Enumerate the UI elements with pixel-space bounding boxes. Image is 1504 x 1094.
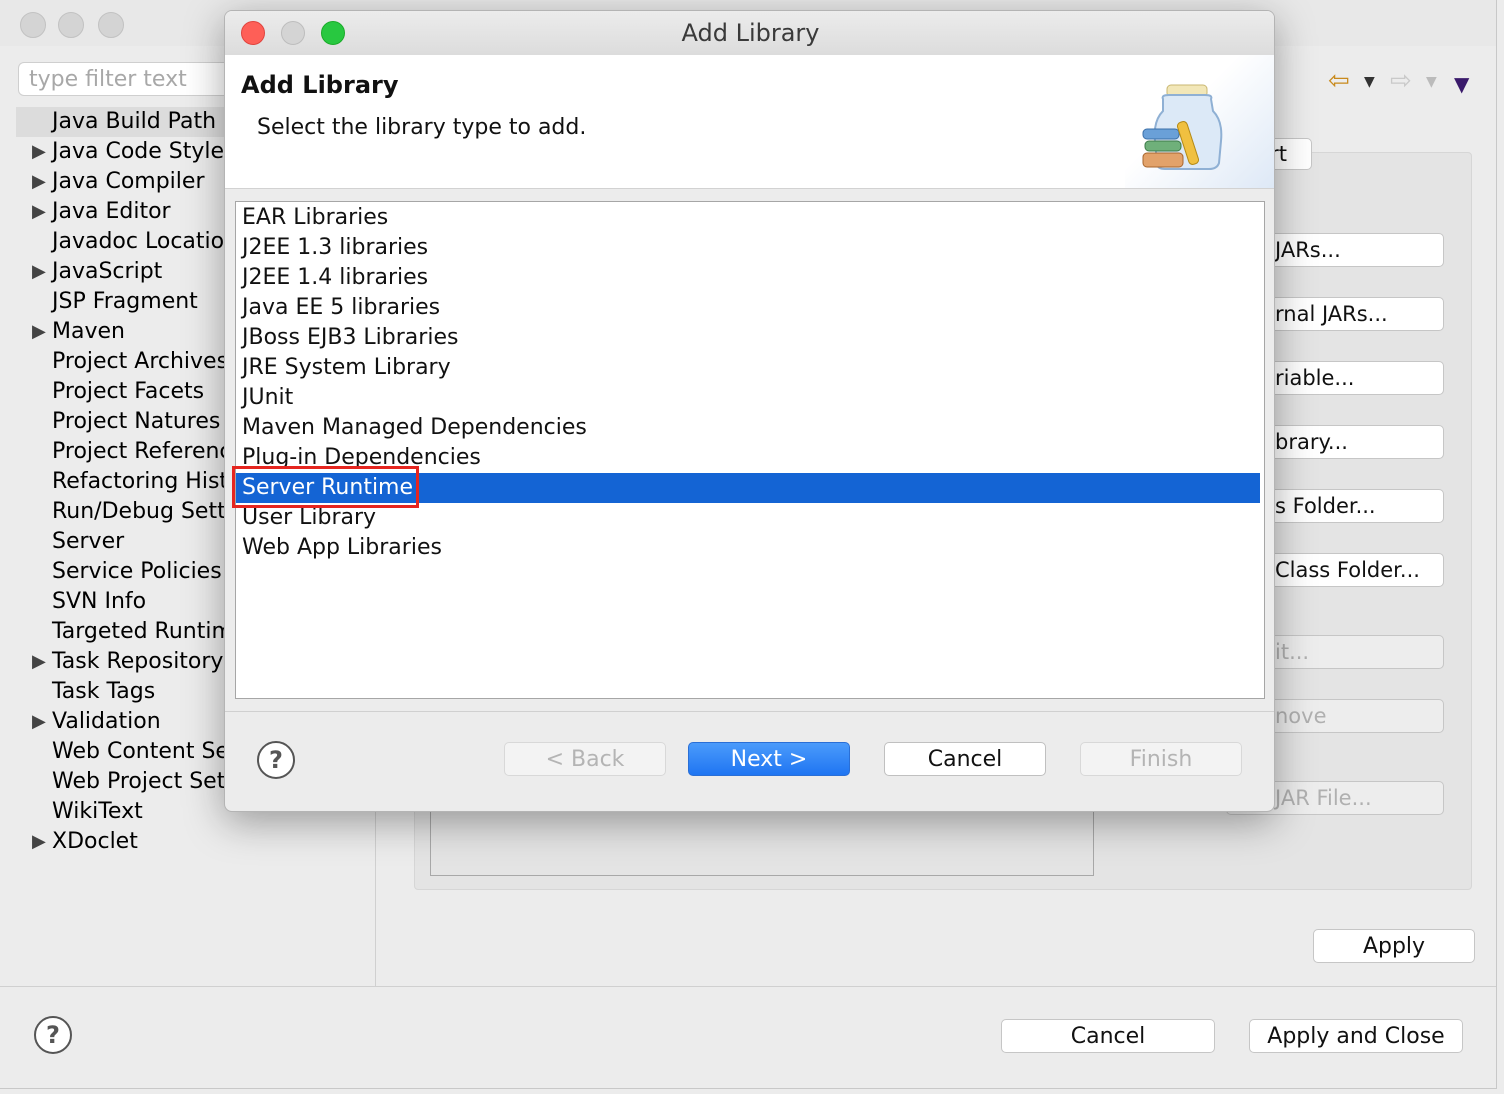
library-list-item[interactable]: JUnit bbox=[236, 383, 1260, 413]
button-label: s Folder... bbox=[1275, 494, 1376, 518]
tree-item-label: Java Code Style bbox=[52, 139, 225, 164]
tree-item-label: Task Repository bbox=[52, 649, 224, 674]
button-label: Cancel bbox=[1070, 1023, 1146, 1049]
library-jar-icon bbox=[1142, 84, 1223, 170]
tree-item[interactable]: ▶ XDoclet bbox=[16, 827, 376, 857]
library-list-item[interactable]: J2EE 1.3 libraries bbox=[236, 233, 1260, 263]
help-icon[interactable]: ? bbox=[257, 741, 295, 779]
tree-item-label: Java Build Path bbox=[52, 109, 217, 134]
chevron-down-icon: ▼ bbox=[1426, 74, 1437, 90]
minimize-window-button[interactable] bbox=[58, 12, 84, 38]
library-list-item[interactable]: EAR Libraries bbox=[236, 203, 1260, 233]
button-label: Apply and Close bbox=[1267, 1023, 1445, 1049]
annotation-highlight-box bbox=[232, 466, 419, 508]
tree-item-label: Server bbox=[52, 529, 125, 554]
finish-button[interactable]: Finish bbox=[1080, 742, 1242, 776]
zoom-window-button[interactable] bbox=[98, 12, 124, 38]
button-label: Apply bbox=[1362, 933, 1426, 959]
dialog-banner: Add Library Select the library type to a… bbox=[225, 55, 1274, 189]
button-label: riable... bbox=[1275, 366, 1355, 390]
back-arrow-icon[interactable]: ⇦ bbox=[1328, 66, 1350, 96]
button-label: nove bbox=[1275, 704, 1327, 728]
tree-item-label: Project Archives bbox=[52, 349, 229, 374]
tree-item-label: Java Editor bbox=[52, 199, 171, 224]
library-list-item[interactable]: J2EE 1.4 libraries bbox=[236, 263, 1260, 293]
button-label: Next > bbox=[730, 746, 808, 772]
library-list-item[interactable]: JRE System Library bbox=[236, 353, 1260, 383]
filter-input[interactable] bbox=[27, 63, 231, 95]
dialog-separator bbox=[225, 711, 1274, 712]
filter-field[interactable] bbox=[18, 62, 231, 96]
next-button[interactable]: Next > bbox=[688, 742, 850, 776]
tree-item-label: Service Policies bbox=[52, 559, 222, 584]
expand-triangle-icon[interactable]: ▶ bbox=[32, 137, 46, 167]
cancel-button[interactable]: Cancel bbox=[884, 742, 1046, 776]
banner-title: Add Library bbox=[241, 71, 399, 99]
button-label: Cancel bbox=[927, 746, 1003, 772]
button-label: Class Folder... bbox=[1275, 558, 1420, 582]
button-label: brary... bbox=[1275, 430, 1348, 454]
button-label: JAR File... bbox=[1275, 786, 1372, 810]
library-list-item[interactable]: Java EE 5 libraries bbox=[236, 293, 1260, 323]
library-list-item[interactable]: Web App Libraries bbox=[236, 533, 1260, 563]
tree-item-label: SVN Info bbox=[52, 589, 147, 614]
library-type-list[interactable]: EAR Libraries J2EE 1.3 libraries J2EE 1.4 … bbox=[235, 201, 1265, 699]
tree-item-label: Java Compiler bbox=[52, 169, 205, 194]
expand-triangle-icon[interactable]: ▶ bbox=[32, 707, 46, 737]
expand-triangle-icon[interactable]: ▶ bbox=[32, 167, 46, 197]
tree-item-label: WikiText bbox=[52, 799, 143, 824]
forward-arrow-icon: ⇨ bbox=[1390, 66, 1412, 96]
close-window-button[interactable] bbox=[20, 12, 46, 38]
tree-item-label: Project Natures bbox=[52, 409, 221, 434]
cancel-button[interactable]: Cancel bbox=[1001, 1019, 1215, 1053]
expand-triangle-icon[interactable]: ▶ bbox=[32, 197, 46, 227]
expand-triangle-icon[interactable]: ▶ bbox=[32, 647, 46, 677]
tree-item-label: JavaScript bbox=[52, 259, 163, 284]
button-label: rnal JARs... bbox=[1275, 302, 1388, 326]
view-menu-icon[interactable]: ▼ bbox=[1454, 72, 1469, 96]
help-glyph: ? bbox=[46, 1021, 60, 1049]
button-label: < Back bbox=[545, 746, 625, 772]
tree-item-label: Javadoc Location bbox=[52, 229, 239, 254]
banner-description: Select the library type to add. bbox=[257, 115, 587, 140]
expand-triangle-icon[interactable]: ▶ bbox=[32, 827, 46, 857]
expand-triangle-icon[interactable]: ▶ bbox=[32, 257, 46, 287]
tree-item-label: Project Facets bbox=[52, 379, 205, 404]
button-label: it... bbox=[1275, 640, 1310, 664]
chevron-down-icon[interactable]: ▼ bbox=[1364, 74, 1375, 90]
back-button[interactable]: < Back bbox=[504, 742, 666, 776]
button-label: JARs... bbox=[1275, 238, 1341, 262]
footer-divider bbox=[0, 986, 1496, 987]
tree-item[interactable]: Java Build Path bbox=[16, 107, 226, 137]
expand-triangle-icon[interactable]: ▶ bbox=[32, 317, 46, 347]
tree-item-label: Task Tags bbox=[52, 679, 156, 704]
apply-and-close-button[interactable]: Apply and Close bbox=[1249, 1019, 1463, 1053]
add-library-dialog: Add Library Add Library Select the libra… bbox=[224, 10, 1275, 812]
tree-item-label: XDoclet bbox=[52, 829, 138, 854]
help-glyph: ? bbox=[269, 746, 283, 774]
button-label: Finish bbox=[1129, 746, 1193, 772]
tree-item-label: Maven bbox=[52, 319, 125, 344]
library-list-item[interactable]: JBoss EJB3 Libraries bbox=[236, 323, 1260, 353]
library-list-item[interactable]: Maven Managed Dependencies bbox=[236, 413, 1260, 443]
apply-button[interactable]: Apply bbox=[1313, 929, 1475, 963]
help-icon[interactable]: ? bbox=[34, 1016, 72, 1054]
dialog-window-title: Add Library bbox=[681, 19, 820, 47]
tree-item-label: Validation bbox=[52, 709, 161, 734]
tree-item-label: JSP Fragment bbox=[52, 289, 198, 314]
